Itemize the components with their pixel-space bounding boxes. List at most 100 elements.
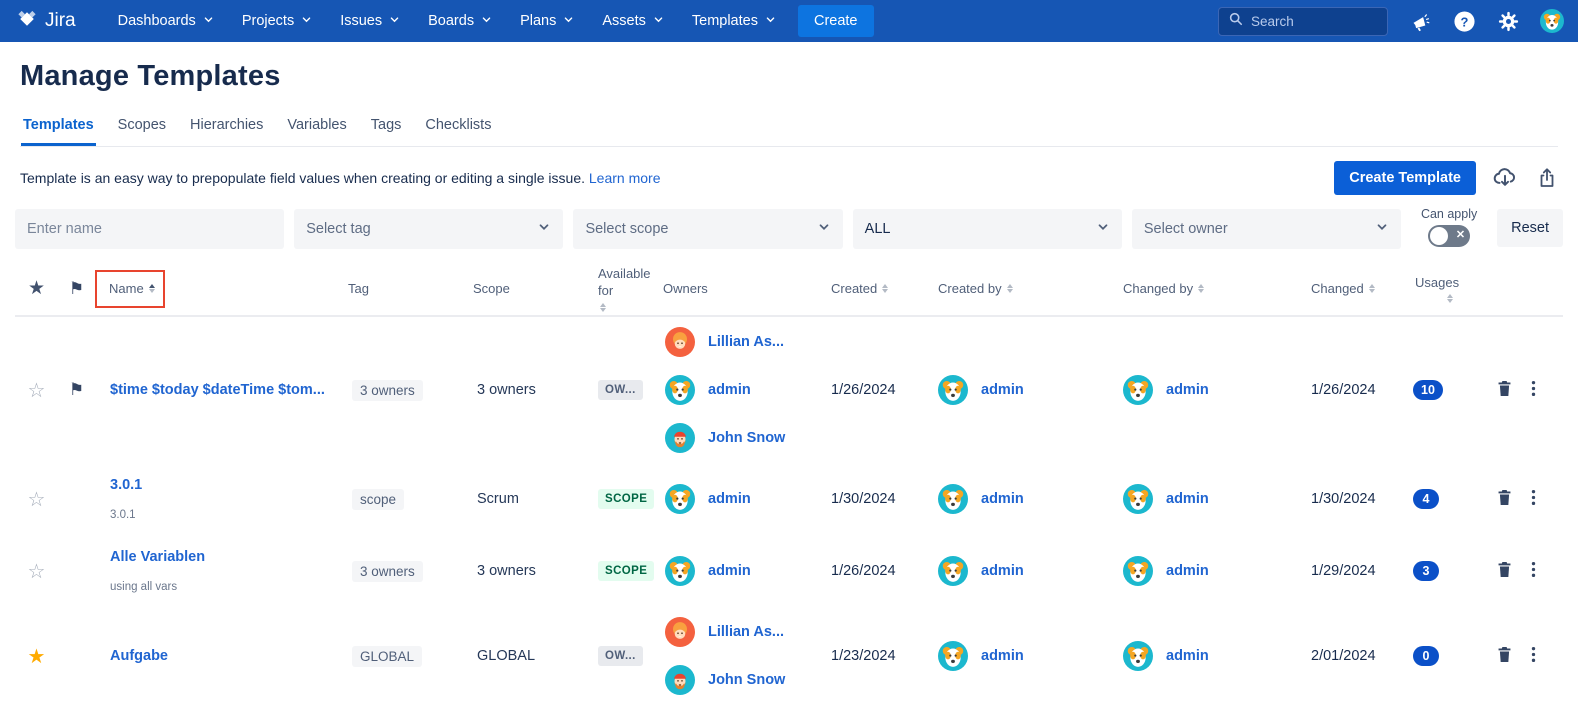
sort-icon[interactable] [600, 302, 606, 312]
user-link[interactable]: admin [708, 382, 751, 398]
table-body: ☆ ⚑ $time $today $dateTime $tom... 3 own… [15, 317, 1563, 705]
delete-template-button[interactable] [1496, 488, 1513, 510]
sort-icon[interactable] [1368, 284, 1375, 294]
column-header-changed[interactable]: Changed [1295, 281, 1405, 298]
template-name-link[interactable]: Aufgabe [110, 648, 340, 664]
trash-icon [1496, 379, 1513, 401]
tab-templates[interactable]: Templates [21, 111, 96, 146]
user-link[interactable]: John Snow [708, 430, 785, 446]
column-label: Changed by [1123, 280, 1194, 296]
nav-item-projects[interactable]: Projects [230, 5, 324, 37]
filter-type-select[interactable]: ALL [852, 209, 1122, 249]
flag-column-icon[interactable]: ⚑ [69, 278, 84, 300]
user-link[interactable]: admin [981, 382, 1024, 398]
filter-owner-select[interactable]: Select owner [1131, 209, 1402, 249]
row-more-actions-button[interactable] [1531, 379, 1536, 401]
settings-gear-icon[interactable] [1496, 9, 1520, 33]
available-for-chip: OW... [598, 646, 643, 666]
sort-icon[interactable] [882, 284, 889, 294]
page-title: Manage Templates [20, 60, 281, 92]
dog-avatar [1123, 484, 1153, 514]
nav-item-boards[interactable]: Boards [416, 5, 504, 37]
user-link[interactable]: admin [981, 648, 1024, 664]
user-link[interactable]: admin [1166, 648, 1209, 664]
row-more-actions-button[interactable] [1531, 560, 1536, 582]
reset-filters-button[interactable]: Reset [1497, 209, 1563, 247]
jira-home-link[interactable]: Jira [16, 8, 76, 35]
import-cloud-icon[interactable] [1492, 165, 1518, 191]
column-header-created_by[interactable]: Created by [930, 281, 1115, 298]
filter-scope-select[interactable]: Select scope [573, 209, 843, 249]
sort-icon[interactable] [1006, 284, 1013, 294]
toggle-off-x-icon: ✕ [1455, 229, 1466, 241]
column-header-available[interactable]: Available for [590, 266, 655, 312]
column-header-usages[interactable]: Usages [1405, 275, 1490, 304]
row-more-actions-button[interactable] [1531, 645, 1536, 667]
tab-hierarchies[interactable]: Hierarchies [188, 111, 265, 146]
owners-cell: Lillian As... admin John Snow [655, 317, 815, 463]
column-label: Owners [663, 280, 708, 296]
filter-name-input[interactable] [15, 209, 285, 249]
tab-scopes[interactable]: Scopes [116, 111, 168, 146]
sort-icon[interactable] [1447, 294, 1453, 304]
create-template-button[interactable]: Create Template [1334, 161, 1476, 195]
column-header-changed_by[interactable]: Changed by [1115, 281, 1295, 298]
column-label: Tag [348, 280, 369, 296]
can-apply-toggle[interactable]: ✕ [1428, 225, 1471, 247]
user-link[interactable]: admin [708, 491, 751, 507]
chevron-down-icon [765, 13, 776, 29]
learn-more-link[interactable]: Learn more [589, 170, 661, 186]
filter-tag-select[interactable]: Select tag [294, 209, 564, 249]
dog-avatar [665, 556, 695, 586]
export-share-icon[interactable] [1534, 165, 1560, 191]
user-link[interactable]: admin [1166, 382, 1209, 398]
nav-item-assets[interactable]: Assets [590, 5, 676, 37]
user-link[interactable]: admin [1166, 563, 1209, 579]
nav-item-templates[interactable]: Templates [680, 5, 788, 37]
tab-variables[interactable]: Variables [285, 111, 348, 146]
user-link[interactable]: admin [981, 491, 1024, 507]
search-input[interactable] [1251, 13, 1381, 29]
tag-chip: 3 owners [352, 560, 423, 582]
tab-bar: Templates Scopes Hierarchies Variables Tags C… [20, 111, 1558, 147]
user-link[interactable]: John Snow [708, 672, 785, 688]
scope-value: GLOBAL [477, 648, 536, 664]
delete-template-button[interactable] [1496, 560, 1513, 582]
create-button[interactable]: Create [797, 5, 874, 37]
nav-item-plans[interactable]: Plans [508, 5, 586, 37]
delete-template-button[interactable] [1496, 645, 1513, 667]
user-link[interactable]: Lillian As... [708, 334, 784, 350]
favorite-star-toggle[interactable]: ☆ [28, 487, 46, 512]
sort-icon[interactable] [148, 284, 155, 294]
template-name-link[interactable]: 3.0.1 [110, 477, 340, 493]
favorite-star-toggle[interactable]: ★ [28, 644, 46, 669]
announcements-icon[interactable] [1408, 9, 1432, 33]
column-header-name-annotated[interactable]: Name [95, 269, 165, 309]
help-icon[interactable]: ? [1452, 9, 1476, 33]
user-link[interactable]: admin [708, 563, 751, 579]
chevron-down-icon [1375, 220, 1389, 238]
global-search[interactable] [1218, 6, 1388, 36]
search-icon [1229, 12, 1243, 31]
delete-template-button[interactable] [1496, 379, 1513, 401]
flag-icon[interactable]: ⚑ [69, 380, 84, 399]
template-name-link[interactable]: $time $today $dateTime $tom... [110, 382, 340, 398]
nav-item-dashboards[interactable]: Dashboards [106, 5, 226, 37]
owner-entry: John Snow [665, 665, 815, 695]
favorite-star-toggle[interactable]: ☆ [28, 559, 46, 584]
nav-item-label: Issues [340, 13, 383, 29]
nav-item-issues[interactable]: Issues [328, 5, 412, 37]
user-link[interactable]: admin [981, 563, 1024, 579]
tab-checklists[interactable]: Checklists [423, 111, 493, 146]
tab-tags[interactable]: Tags [369, 111, 404, 146]
star-column-icon[interactable]: ★ [28, 277, 45, 302]
chevron-down-icon [1096, 220, 1110, 238]
column-header-created[interactable]: Created [815, 281, 930, 298]
favorite-star-toggle[interactable]: ☆ [28, 378, 46, 403]
row-more-actions-button[interactable] [1531, 488, 1536, 510]
user-link[interactable]: admin [1166, 491, 1209, 507]
user-link[interactable]: Lillian As... [708, 624, 784, 640]
template-name-link[interactable]: Alle Variablen [110, 549, 340, 565]
sort-icon[interactable] [1198, 284, 1205, 294]
user-avatar[interactable] [1540, 9, 1564, 33]
